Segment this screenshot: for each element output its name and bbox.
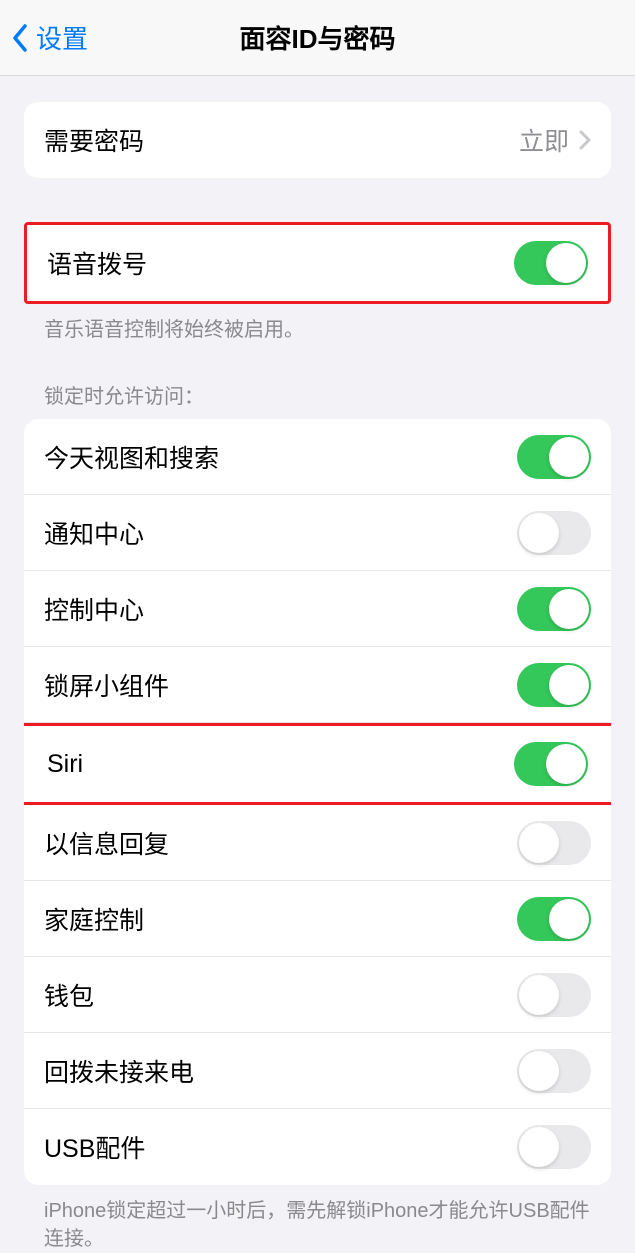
page-title: 面容ID与密码 xyxy=(0,19,635,56)
wallet-toggle[interactable] xyxy=(517,973,591,1017)
reply-message-label: 以信息回复 xyxy=(44,825,517,861)
home-control-label: 家庭控制 xyxy=(44,901,517,937)
chevron-right-icon xyxy=(579,130,591,150)
lock-screen-widgets-label: 锁屏小组件 xyxy=(44,667,517,703)
require-passcode-value: 立即 xyxy=(519,122,569,158)
control-center-row: 控制中心 xyxy=(24,571,611,647)
lock-screen-widgets-toggle[interactable] xyxy=(517,663,591,707)
voice-dial-label: 语音拨号 xyxy=(47,245,514,281)
chevron-left-icon xyxy=(12,24,28,52)
usb-accessories-toggle[interactable] xyxy=(517,1125,591,1169)
lock-access-header: 锁定时允许访问： xyxy=(44,380,591,409)
wallet-row: 钱包 xyxy=(24,957,611,1033)
voice-dial-toggle[interactable] xyxy=(514,241,588,285)
reply-message-toggle[interactable] xyxy=(517,821,591,865)
siri-highlight: Siri xyxy=(24,723,611,805)
back-label: 设置 xyxy=(36,19,88,56)
voice-dial-row: 语音拨号 xyxy=(27,225,608,301)
siri-row: Siri xyxy=(24,726,611,802)
notification-center-toggle[interactable] xyxy=(517,511,591,555)
require-passcode-label: 需要密码 xyxy=(44,122,519,158)
usb-accessories-row: USB配件 xyxy=(24,1109,611,1185)
voice-dial-footer: 音乐语音控制将始终被启用。 xyxy=(44,316,591,344)
siri-label: Siri xyxy=(47,750,514,779)
today-view-toggle[interactable] xyxy=(517,435,591,479)
home-control-toggle[interactable] xyxy=(517,897,591,941)
siri-toggle[interactable] xyxy=(514,742,588,786)
notification-center-row: 通知中心 xyxy=(24,495,611,571)
wallet-label: 钱包 xyxy=(44,977,517,1013)
return-missed-calls-row: 回拨未接来电 xyxy=(24,1033,611,1109)
require-passcode-row[interactable]: 需要密码 立即 xyxy=(24,102,611,178)
voice-dial-highlight: 语音拨号 xyxy=(24,222,611,304)
home-control-row: 家庭控制 xyxy=(24,881,611,957)
return-missed-calls-toggle[interactable] xyxy=(517,1049,591,1093)
notification-center-label: 通知中心 xyxy=(44,515,517,551)
lock-screen-widgets-row: 锁屏小组件 xyxy=(24,647,611,723)
nav-header: 设置 面容ID与密码 xyxy=(0,0,635,76)
usb-footer: iPhone锁定超过一小时后，需先解锁iPhone才能允许USB配件连接。 xyxy=(44,1197,591,1253)
back-button[interactable]: 设置 xyxy=(12,19,88,56)
control-center-toggle[interactable] xyxy=(517,587,591,631)
reply-message-row: 以信息回复 xyxy=(24,805,611,881)
control-center-label: 控制中心 xyxy=(44,591,517,627)
usb-accessories-label: USB配件 xyxy=(44,1129,517,1165)
today-view-row: 今天视图和搜索 xyxy=(24,419,611,495)
return-missed-calls-label: 回拨未接来电 xyxy=(44,1053,517,1089)
today-view-label: 今天视图和搜索 xyxy=(44,439,517,475)
lock-access-group: 今天视图和搜索 通知中心 控制中心 锁屏小组件 Siri xyxy=(24,419,611,1185)
